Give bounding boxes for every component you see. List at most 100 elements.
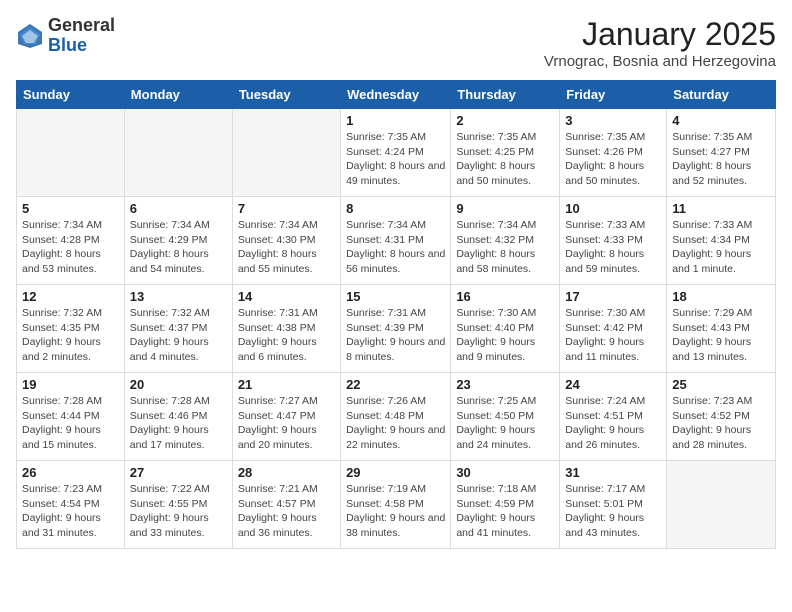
day-number: 1: [346, 113, 445, 128]
day-number: 11: [672, 201, 770, 216]
calendar-cell: 21 Sunrise: 7:27 AMSunset: 4:47 PMDayligh…: [232, 373, 340, 461]
week-row-2: 5Sunrise: 7:34 AMSunset: 4:28 PMDaylight…: [17, 197, 776, 285]
day-number: 8: [346, 201, 445, 216]
location-subtitle: Vrnograc, Bosnia and Herzegovina: [544, 53, 776, 70]
day-number: 3: [565, 113, 661, 128]
day-number: 9: [456, 201, 554, 216]
calendar-cell: 13Sunrise: 7:32 AMSunset: 4:37 PMDayligh…: [124, 285, 232, 373]
weekday-header-tuesday: Tuesday: [232, 81, 340, 109]
day-number: 22: [346, 377, 445, 392]
day-info: Sunrise: 7:34 AMSunset: 4:29 PMDaylight:…: [130, 218, 227, 277]
day-number: 25: [672, 377, 770, 392]
week-row-1: 1 Sunrise: 7:35 AMSunset: 4:24 PMDaylight…: [17, 109, 776, 197]
day-number: 19: [22, 377, 119, 392]
calendar-cell: 24 Sunrise: 7:24 AMSunset: 4:51 PMDayligh…: [560, 373, 667, 461]
day-info: Sunrise: 7:32 AMSunset: 4:37 PMDaylight:…: [130, 306, 227, 365]
day-number: 28: [238, 465, 335, 480]
day-number: 12: [22, 289, 119, 304]
day-number: 24: [565, 377, 661, 392]
calendar-cell: 19 Sunrise: 7:28 AMSunset: 4:44 PMDayligh…: [17, 373, 125, 461]
day-number: 20: [130, 377, 227, 392]
day-number: 5: [22, 201, 119, 216]
day-info: Sunrise: 7:35 AMSunset: 4:26 PMDaylight:…: [565, 130, 661, 189]
day-number: 7: [238, 201, 335, 216]
day-number: 21: [238, 377, 335, 392]
day-info: Sunrise: 7:17 AMSunset: 5:01 PMDaylight:…: [565, 482, 661, 541]
day-info: Sunrise: 7:22 AMSunset: 4:55 PMDaylight:…: [130, 482, 227, 541]
day-info: Sunrise: 7:34 AMSunset: 4:31 PMDaylight:…: [346, 218, 445, 277]
day-info: Sunrise: 7:23 AMSunset: 4:54 PMDaylight:…: [22, 482, 119, 541]
calendar-cell: 17 Sunrise: 7:30 AMSunset: 4:42 PMDayligh…: [560, 285, 667, 373]
week-row-5: 26 Sunrise: 7:23 AMSunset: 4:54 PMDayligh…: [17, 461, 776, 549]
day-info: Sunrise: 7:28 AMSunset: 4:46 PMDaylight:…: [130, 394, 227, 453]
calendar-cell: 23 Sunrise: 7:25 AMSunset: 4:50 PMDayligh…: [451, 373, 560, 461]
calendar-cell: 2 Sunrise: 7:35 AMSunset: 4:25 PMDaylight…: [451, 109, 560, 197]
day-number: 29: [346, 465, 445, 480]
calendar-cell: 18 Sunrise: 7:29 AMSunset: 4:43 PMDayligh…: [667, 285, 776, 373]
day-number: 14: [238, 289, 335, 304]
day-number: 27: [130, 465, 227, 480]
calendar-cell: 26 Sunrise: 7:23 AMSunset: 4:54 PMDayligh…: [17, 461, 125, 549]
calendar-cell: 27 Sunrise: 7:22 AMSunset: 4:55 PMDayligh…: [124, 461, 232, 549]
calendar-cell: 14 Sunrise: 7:31 AMSunset: 4:38 PMDayligh…: [232, 285, 340, 373]
day-info: Sunrise: 7:31 AMSunset: 4:39 PMDaylight:…: [346, 306, 445, 365]
calendar-cell: 22 Sunrise: 7:26 AMSunset: 4:48 PMDayligh…: [341, 373, 451, 461]
day-info: Sunrise: 7:23 AMSunset: 4:52 PMDaylight:…: [672, 394, 770, 453]
calendar-cell: 30Sunrise: 7:18 AMSunset: 4:59 PMDayligh…: [451, 461, 560, 549]
weekday-header-sunday: Sunday: [17, 81, 125, 109]
day-info: Sunrise: 7:29 AMSunset: 4:43 PMDaylight:…: [672, 306, 770, 365]
day-info: Sunrise: 7:31 AMSunset: 4:38 PMDaylight:…: [238, 306, 335, 365]
calendar-cell: 31 Sunrise: 7:17 AMSunset: 5:01 PMDayligh…: [560, 461, 667, 549]
day-number: 23: [456, 377, 554, 392]
weekday-header-row: SundayMondayTuesdayWednesdayThursdayFrid…: [17, 81, 776, 109]
day-info: Sunrise: 7:35 AMSunset: 4:27 PMDaylight:…: [672, 130, 770, 189]
day-number: 2: [456, 113, 554, 128]
day-number: 17: [565, 289, 661, 304]
day-info: Sunrise: 7:30 AMSunset: 4:40 PMDaylight:…: [456, 306, 554, 365]
calendar-cell: 6 Sunrise: 7:34 AMSunset: 4:29 PMDaylight…: [124, 197, 232, 285]
day-info: Sunrise: 7:26 AMSunset: 4:48 PMDaylight:…: [346, 394, 445, 453]
page-header: General Blue January 2025 Vrnograc, Bosn…: [16, 16, 776, 70]
day-info: Sunrise: 7:18 AMSunset: 4:59 PMDaylight:…: [456, 482, 554, 541]
calendar-cell: 7 Sunrise: 7:34 AMSunset: 4:30 PMDaylight…: [232, 197, 340, 285]
day-info: Sunrise: 7:24 AMSunset: 4:51 PMDaylight:…: [565, 394, 661, 453]
day-number: 15: [346, 289, 445, 304]
calendar-cell: 29Sunrise: 7:19 AMSunset: 4:58 PMDayligh…: [341, 461, 451, 549]
month-year-title: January 2025: [544, 16, 776, 53]
day-info: Sunrise: 7:34 AMSunset: 4:30 PMDaylight:…: [238, 218, 335, 277]
calendar-cell: 12 Sunrise: 7:32 AMSunset: 4:35 PMDayligh…: [17, 285, 125, 373]
logo-general: General: [48, 16, 115, 36]
logo-blue: Blue: [48, 36, 115, 56]
calendar-cell: 15 Sunrise: 7:31 AMSunset: 4:39 PMDayligh…: [341, 285, 451, 373]
calendar-cell: 9 Sunrise: 7:34 AMSunset: 4:32 PMDaylight…: [451, 197, 560, 285]
calendar-cell: 3 Sunrise: 7:35 AMSunset: 4:26 PMDaylight…: [560, 109, 667, 197]
day-number: 31: [565, 465, 661, 480]
calendar-cell: 25 Sunrise: 7:23 AMSunset: 4:52 PMDayligh…: [667, 373, 776, 461]
calendar-cell: 8 Sunrise: 7:34 AMSunset: 4:31 PMDaylight…: [341, 197, 451, 285]
calendar-cell: 20 Sunrise: 7:28 AMSunset: 4:46 PMDayligh…: [124, 373, 232, 461]
weekday-header-wednesday: Wednesday: [341, 81, 451, 109]
calendar-cell: 1 Sunrise: 7:35 AMSunset: 4:24 PMDaylight…: [341, 109, 451, 197]
day-number: 6: [130, 201, 227, 216]
day-info: Sunrise: 7:25 AMSunset: 4:50 PMDaylight:…: [456, 394, 554, 453]
day-info: Sunrise: 7:30 AMSunset: 4:42 PMDaylight:…: [565, 306, 661, 365]
week-row-4: 19 Sunrise: 7:28 AMSunset: 4:44 PMDayligh…: [17, 373, 776, 461]
calendar-cell: 16Sunrise: 7:30 AMSunset: 4:40 PMDayligh…: [451, 285, 560, 373]
day-number: 10: [565, 201, 661, 216]
calendar-cell: 11 Sunrise: 7:33 AMSunset: 4:34 PMDayligh…: [667, 197, 776, 285]
day-info: Sunrise: 7:34 AMSunset: 4:32 PMDaylight:…: [456, 218, 554, 277]
day-info: Sunrise: 7:35 AMSunset: 4:24 PMDaylight:…: [346, 130, 445, 189]
day-number: 18: [672, 289, 770, 304]
day-number: 26: [22, 465, 119, 480]
calendar-cell: 4Sunrise: 7:35 AMSunset: 4:27 PMDaylight…: [667, 109, 776, 197]
day-info: Sunrise: 7:35 AMSunset: 4:25 PMDaylight:…: [456, 130, 554, 189]
title-block: January 2025 Vrnograc, Bosnia and Herzeg…: [544, 16, 776, 70]
weekday-header-saturday: Saturday: [667, 81, 776, 109]
calendar-cell: [667, 461, 776, 549]
day-info: Sunrise: 7:32 AMSunset: 4:35 PMDaylight:…: [22, 306, 119, 365]
day-info: Sunrise: 7:27 AMSunset: 4:47 PMDaylight:…: [238, 394, 335, 453]
day-info: Sunrise: 7:33 AMSunset: 4:34 PMDaylight:…: [672, 218, 770, 277]
day-info: Sunrise: 7:21 AMSunset: 4:57 PMDaylight:…: [238, 482, 335, 541]
calendar-cell: 28 Sunrise: 7:21 AMSunset: 4:57 PMDayligh…: [232, 461, 340, 549]
day-info: Sunrise: 7:28 AMSunset: 4:44 PMDaylight:…: [22, 394, 119, 453]
